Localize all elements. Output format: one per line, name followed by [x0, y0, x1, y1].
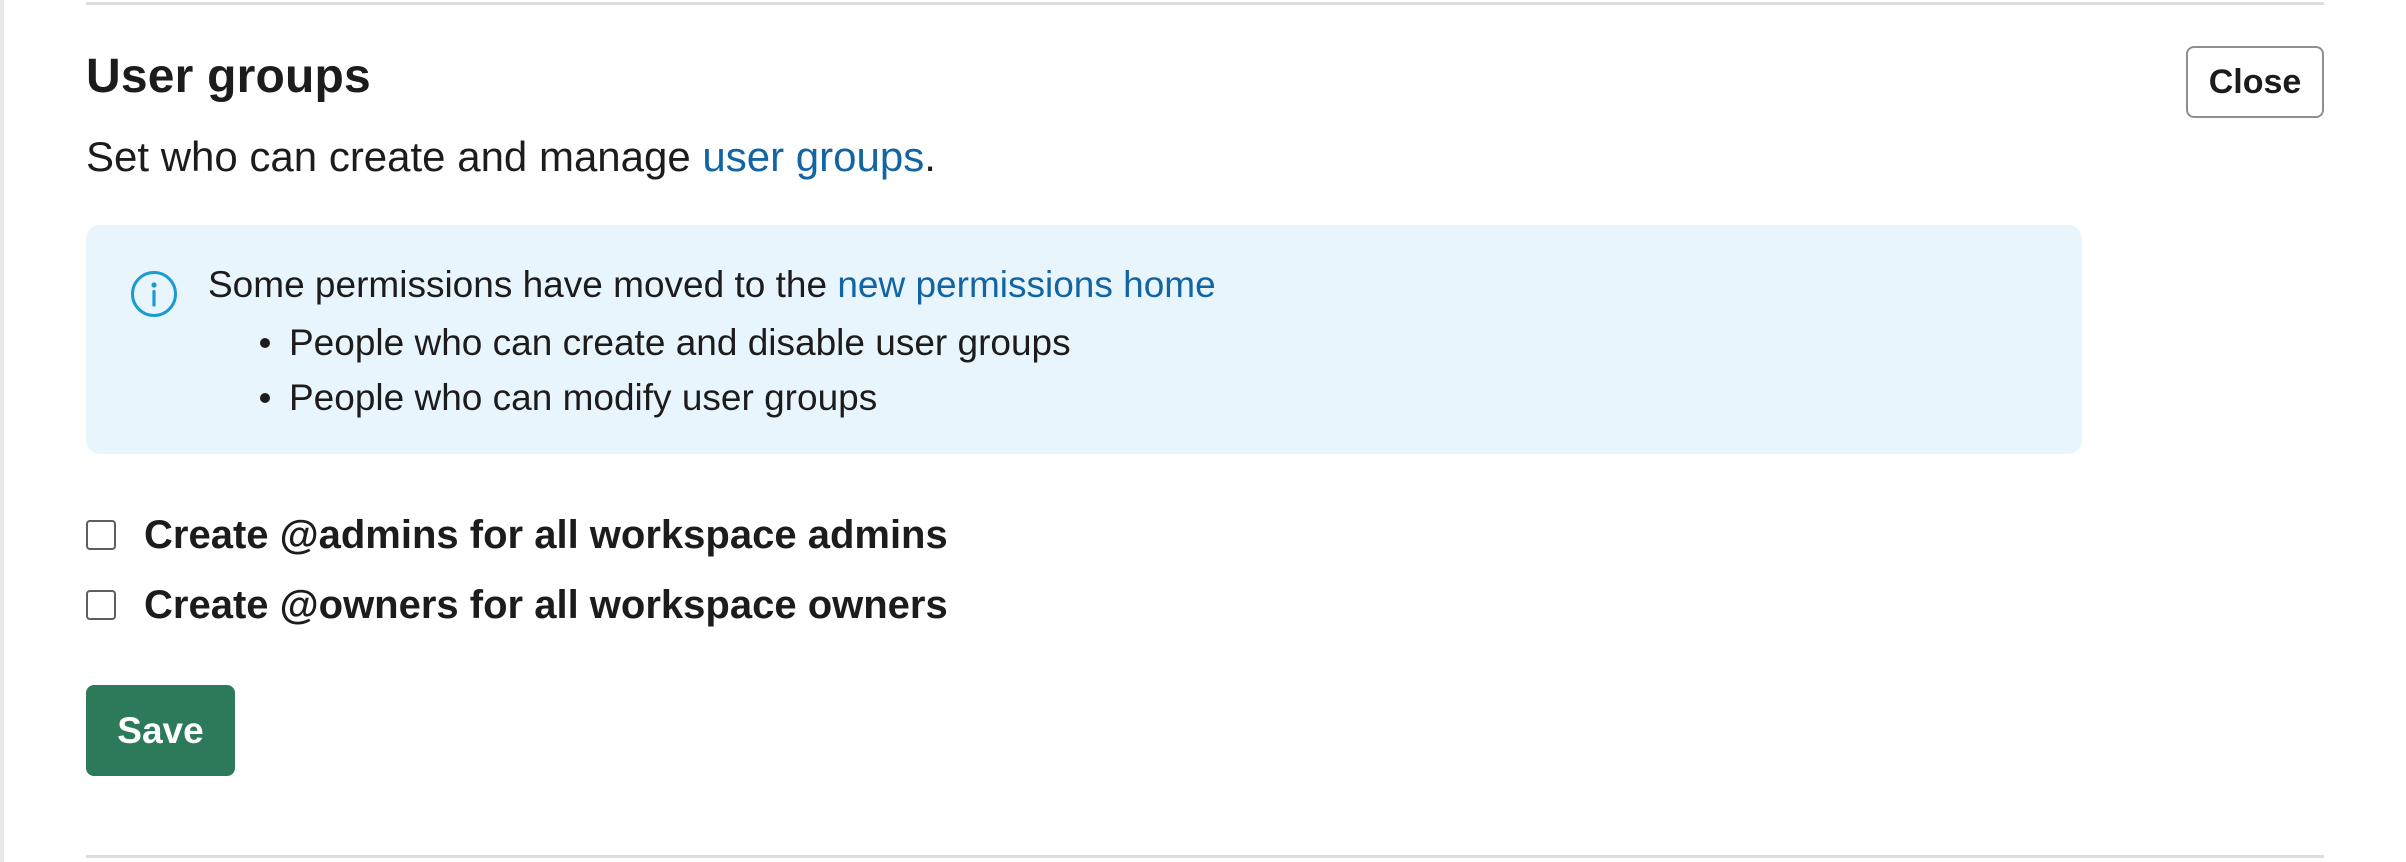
info-list: People who can create and disable user g…	[208, 315, 1071, 425]
create-owners-label: Create @owners for all workspace owners	[144, 583, 948, 627]
info-list-item-text: People who can create and disable user g…	[289, 322, 1071, 363]
section-title: User groups	[86, 50, 371, 103]
user-groups-link[interactable]: user groups	[702, 133, 924, 180]
info-heading: Some permissions have moved to the new p…	[208, 260, 1216, 310]
info-list-item: People who can modify user groups	[208, 370, 1071, 425]
description-text: Set who can create and manage	[86, 133, 703, 180]
info-banner: Some permissions have moved to the new p…	[86, 225, 2082, 454]
save-button[interactable]: Save	[86, 685, 235, 776]
section-description: Set who can create and manage user group…	[86, 127, 936, 187]
description-period: .	[924, 133, 936, 180]
info-heading-text: Some permissions have moved to the	[208, 264, 838, 305]
new-permissions-home-link[interactable]: new permissions home	[837, 264, 1215, 305]
section-divider-bottom	[86, 855, 2324, 858]
option-create-owners[interactable]: Create @owners for all workspace owners	[86, 575, 948, 635]
info-list-item: People who can create and disable user g…	[208, 315, 1071, 370]
panel-left-border	[0, 0, 4, 862]
section-divider-top	[86, 2, 2324, 5]
close-button[interactable]: Close	[2186, 46, 2324, 118]
bullet-icon	[260, 393, 270, 403]
bullet-icon	[260, 338, 270, 348]
option-create-admins[interactable]: Create @admins for all workspace admins	[86, 505, 948, 565]
info-list-item-text: People who can modify user groups	[289, 377, 878, 418]
create-owners-checkbox[interactable]	[86, 590, 116, 620]
create-admins-label: Create @admins for all workspace admins	[144, 513, 948, 557]
create-admins-checkbox[interactable]	[86, 520, 116, 550]
info-icon	[131, 271, 177, 317]
